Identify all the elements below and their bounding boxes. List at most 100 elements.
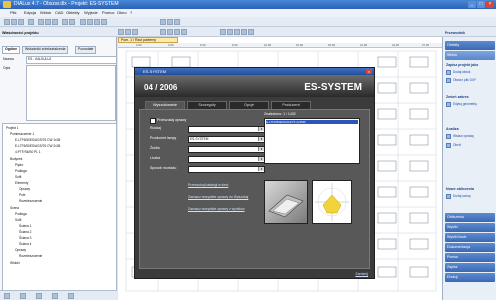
tree-luminaire-2[interactable]: E-LTF6/50ES/AGS/T6 CW 2x35: [15, 144, 60, 148]
open-icon[interactable]: [11, 19, 17, 25]
texture-view-icon[interactable]: [52, 293, 58, 299]
select-icon[interactable]: [118, 29, 124, 35]
tree-ceiling[interactable]: Sufit: [15, 175, 21, 179]
calc-button[interactable]: Obliczenia: [445, 213, 495, 222]
dialog-close-icon[interactable]: ×: [366, 69, 372, 74]
wall-icon[interactable]: [160, 29, 166, 35]
color-view-icon[interactable]: [68, 293, 74, 299]
menu-about[interactable]: ?: [130, 10, 132, 15]
furniture-icon[interactable]: [181, 29, 187, 35]
add-view-link[interactable]: Dodaj widok: [453, 70, 470, 74]
tree-floor-level[interactable]: Piętro: [15, 163, 23, 167]
tree-scene-arrangement[interactable]: Rozmieszczenie: [19, 254, 42, 258]
objects-button[interactable]: Obiekty: [445, 41, 495, 50]
tab-distortion[interactable]: Wskaźniki zniekształcenia: [22, 46, 69, 54]
snap-icon[interactable]: [227, 29, 233, 35]
light-icon[interactable]: [160, 19, 166, 25]
tree-luminaire-3[interactable]: 4.PTF/S6/S0 PL 1: [15, 150, 41, 154]
luminaire-view-icon[interactable]: [20, 293, 26, 299]
tree-wall-4[interactable]: Ściana 4: [19, 242, 31, 246]
menu-file[interactable]: Plik: [10, 10, 16, 15]
tree-scene-floor[interactable]: Podłoga: [15, 212, 27, 216]
search-catalog-link[interactable]: Przeszukaj katalogi w sieci: [188, 183, 228, 187]
tree-wall-3[interactable]: Ściana 3: [19, 236, 31, 240]
calc-icon[interactable]: [174, 19, 180, 25]
view-button[interactable]: Widok: [445, 51, 495, 60]
redo-icon[interactable]: [69, 19, 75, 25]
save-button[interactable]: Zapisz: [445, 263, 495, 272]
close-link[interactable]: Zamknij: [355, 272, 368, 276]
undo-icon[interactable]: [62, 19, 68, 25]
layer-icon[interactable]: [234, 29, 240, 35]
tab-general[interactable]: Ogólne: [2, 46, 21, 54]
move-icon[interactable]: [125, 29, 131, 35]
room-icon[interactable]: [167, 19, 173, 25]
menu-objects[interactable]: Obiekty: [66, 10, 80, 15]
tree-luminaire-1[interactable]: E-LTF6/50ES/AGS/T6 CW 1x35: [15, 138, 60, 142]
tree-view-icon[interactable]: [4, 293, 10, 299]
zoom-icon[interactable]: [80, 19, 86, 25]
tree-floor[interactable]: Podłoga: [15, 169, 27, 173]
open-dxf-link[interactable]: Otwórz plik DXF: [453, 78, 476, 82]
render-icon[interactable]: [101, 19, 107, 25]
menu-cad[interactable]: CAD: [55, 10, 63, 15]
cut-icon[interactable]: [38, 19, 44, 25]
count-select[interactable]: ▾: [188, 156, 265, 163]
menu-output[interactable]: Wyjście: [84, 10, 98, 15]
pan-icon[interactable]: [87, 19, 93, 25]
menu-window[interactable]: Okno: [117, 10, 127, 15]
insert-luminaire-link[interactable]: Wstaw oprawę: [453, 134, 474, 138]
select-all-search-link[interactable]: Zaznacz wszystkie oprawy do Wyszukaj: [188, 195, 248, 199]
tree-views[interactable]: Widoki: [10, 261, 20, 265]
menu-view[interactable]: Widok: [40, 10, 51, 15]
tab-other[interactable]: Pozostałe: [75, 46, 97, 54]
edit-geometry-link[interactable]: Edytuj geometrię: [453, 102, 477, 106]
view3d-icon[interactable]: [241, 29, 247, 35]
tree-scene[interactable]: Scena: [10, 206, 19, 210]
documentation-button[interactable]: Dokumentacja: [445, 243, 495, 252]
tree-building[interactable]: Budynek: [10, 157, 22, 161]
tree-project[interactable]: Projekt 1: [6, 126, 19, 130]
producer-select[interactable]: ES-SYSTEM ▾: [188, 136, 265, 143]
new-icon[interactable]: [4, 19, 10, 25]
measure-icon[interactable]: [132, 29, 138, 35]
tree-scene-luminaires[interactable]: Oprawy: [15, 248, 26, 252]
tree-wall-1[interactable]: Ściana 1: [19, 224, 31, 228]
close-icon[interactable]: ×: [486, 1, 494, 8]
tree-room[interactable]: Pomieszczenie 1: [10, 132, 34, 136]
results-list[interactable]: E-LTF6/50ES/AGS/T6 2x35W: [264, 118, 360, 164]
mounting-select[interactable]: ▾: [188, 166, 265, 173]
tree-wall-2[interactable]: Ściana 2: [19, 230, 31, 234]
print-button[interactable]: Drukuj: [445, 273, 495, 282]
menu-help[interactable]: Pomoc: [102, 10, 114, 15]
tree-arrangement[interactable]: Rozmieszczenie: [19, 199, 42, 203]
menu-edit[interactable]: Edycja: [24, 10, 36, 15]
window-icon[interactable]: [174, 29, 180, 35]
save-icon[interactable]: [18, 19, 24, 25]
viewtop-icon[interactable]: [248, 29, 254, 35]
minimize-icon[interactable]: _: [468, 1, 476, 8]
name-field[interactable]: ES - KALKULUJ: [26, 56, 117, 64]
copy-icon[interactable]: [45, 19, 51, 25]
search-checkbox[interactable]: [150, 118, 156, 124]
select-all-results-link[interactable]: Zaznacz wszystkie oprawy z wyników: [188, 207, 245, 211]
grid-icon[interactable]: [220, 29, 226, 35]
source-select[interactable]: ▾: [188, 146, 265, 153]
rotate-icon[interactable]: [94, 19, 100, 25]
paste-icon[interactable]: [52, 19, 58, 25]
furniture-view-icon[interactable]: [36, 293, 42, 299]
tree-scene-ceiling[interactable]: Sufit: [15, 218, 21, 222]
help-button[interactable]: Pomoc: [445, 253, 495, 262]
maximize-icon[interactable]: □: [477, 1, 485, 8]
tree-field[interactable]: Pole: [19, 193, 25, 197]
print-icon[interactable]: [28, 19, 34, 25]
result-row[interactable]: E-LTF6/50ES/AGS/T6 2x35W: [266, 120, 358, 124]
tree-elements[interactable]: Elementy: [15, 181, 28, 185]
rotate-link[interactable]: Obrót: [453, 143, 461, 147]
tree-luminaires[interactable]: Oprawy: [19, 187, 30, 191]
add-scene-link[interactable]: Dodaj scenę: [453, 194, 471, 198]
illustrated-results-button[interactable]: Wyniki ilustr.: [445, 233, 495, 242]
type-select[interactable]: ▾: [188, 126, 265, 133]
description-field[interactable]: [26, 65, 116, 121]
door-icon[interactable]: [167, 29, 173, 35]
